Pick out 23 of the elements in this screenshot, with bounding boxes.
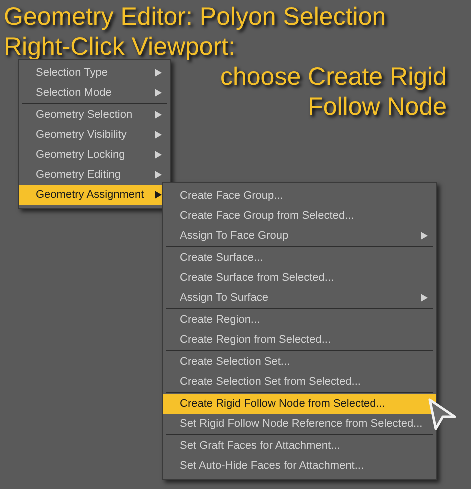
- menu-item[interactable]: Geometry Selection: [19, 105, 170, 125]
- menu-item[interactable]: Create Region...: [163, 310, 436, 330]
- menu-item[interactable]: Create Face Group from Selected...: [163, 206, 436, 226]
- menu-item[interactable]: Assign To Surface: [163, 288, 436, 308]
- menu-item[interactable]: Create Rigid Follow Node from Selected...: [163, 394, 436, 414]
- caption-line: Right-Click Viewport:: [4, 32, 236, 62]
- menu-item[interactable]: Create Selection Set...: [163, 352, 436, 372]
- menu-item[interactable]: Create Region from Selected...: [163, 330, 436, 350]
- menu-item[interactable]: Create Surface from Selected...: [163, 268, 436, 288]
- caption-line: choose Create Rigid: [220, 62, 447, 92]
- menu-item[interactable]: Geometry Visibility: [19, 125, 170, 145]
- menu-item[interactable]: Create Selection Set from Selected...: [163, 372, 436, 392]
- menu-item[interactable]: Set Auto-Hide Faces for Attachment...: [163, 456, 436, 476]
- mouse-pointer-icon: [428, 398, 458, 432]
- menu-item[interactable]: Create Surface...: [163, 248, 436, 268]
- menu-item[interactable]: Geometry Editing: [19, 165, 170, 185]
- menu-item[interactable]: Assign To Face Group: [163, 226, 436, 246]
- menu-item[interactable]: Selection Type: [19, 63, 170, 83]
- menu-item[interactable]: Set Graft Faces for Attachment...: [163, 436, 436, 456]
- caption-line: Follow Node: [308, 92, 447, 122]
- caption-line: Geometry Editor: Polyon Selection: [4, 2, 386, 32]
- menu-item[interactable]: Selection Mode: [19, 83, 170, 103]
- menu-item[interactable]: Geometry Locking: [19, 145, 170, 165]
